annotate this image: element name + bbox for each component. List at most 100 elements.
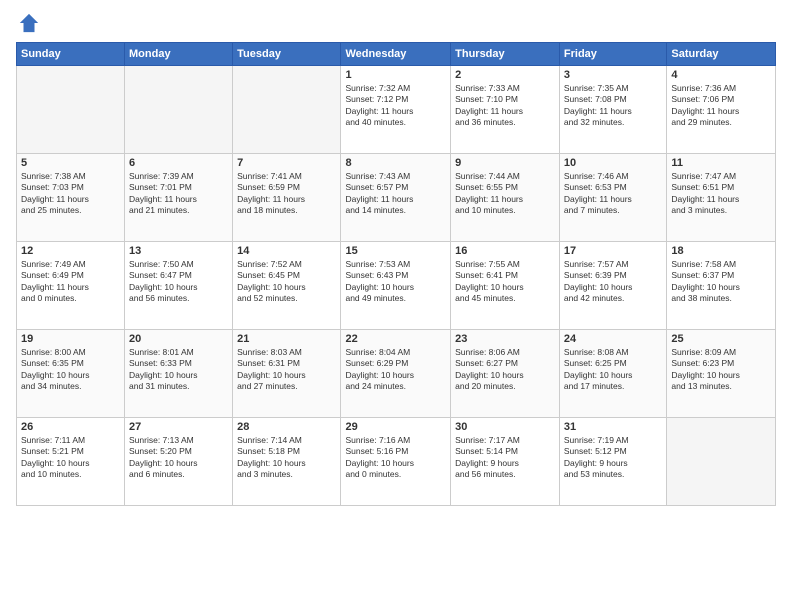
weekday-header: Tuesday: [233, 43, 341, 66]
day-number: 3: [564, 69, 662, 81]
calendar-cell: 4 Sunrise: 7:36 AM Sunset: 7:06 PM Daylig…: [667, 66, 776, 154]
calendar-cell: [125, 66, 233, 154]
day-number: 10: [564, 157, 662, 169]
calendar-cell: 26 Sunrise: 7:11 AM Sunset: 5:21 PM Dayli…: [17, 418, 125, 506]
calendar-cell: 5Sunrise: 7:38 AM Sunset: 7:03 PM Daylig…: [17, 154, 125, 242]
calendar-cell: 8Sunrise: 7:43 AM Sunset: 6:57 PM Daylig…: [341, 154, 451, 242]
day-number: 31: [564, 421, 662, 433]
calendar-cell: 9 Sunrise: 7:44 AM Sunset: 6:55 PM Daylig…: [451, 154, 560, 242]
weekday-header: Sunday: [17, 43, 125, 66]
day-info: Sunrise: 7:35 AM Sunset: 7:08 PM Dayligh…: [564, 83, 662, 129]
day-info: Sunrise: 7:52 AM Sunset: 6:45 PM Dayligh…: [237, 259, 336, 305]
day-info: Sunrise: 7:17 AM Sunset: 5:14 PM Dayligh…: [455, 435, 555, 481]
calendar-cell: 31 Sunrise: 7:19 AM Sunset: 5:12 PM Dayli…: [559, 418, 666, 506]
day-number: 7: [237, 157, 336, 169]
calendar-week-row: 12 Sunrise: 7:49 AM Sunset: 6:49 PM Dayli…: [17, 242, 776, 330]
calendar-cell: 15Sunrise: 7:53 AM Sunset: 6:43 PM Dayli…: [341, 242, 451, 330]
day-info: Sunrise: 7:19 AM Sunset: 5:12 PM Dayligh…: [564, 435, 662, 481]
calendar-cell: 29 Sunrise: 7:16 AM Sunset: 5:16 PM Dayli…: [341, 418, 451, 506]
header: [16, 12, 776, 34]
weekday-header-row: SundayMondayTuesdayWednesdayThursdayFrid…: [17, 43, 776, 66]
calendar-cell: 16 Sunrise: 7:55 AM Sunset: 6:41 PM Dayli…: [451, 242, 560, 330]
calendar-cell: 2 Sunrise: 7:33 AM Sunset: 7:10 PM Daylig…: [451, 66, 560, 154]
calendar: SundayMondayTuesdayWednesdayThursdayFrid…: [16, 42, 776, 506]
day-info: Sunrise: 7:11 AM Sunset: 5:21 PM Dayligh…: [21, 435, 120, 481]
day-info: Sunrise: 7:46 AM Sunset: 6:53 PM Dayligh…: [564, 171, 662, 217]
day-info: Sunrise: 7:38 AM Sunset: 7:03 PM Dayligh…: [21, 171, 120, 217]
day-number: 2: [455, 69, 555, 81]
calendar-cell: 25 Sunrise: 8:09 AM Sunset: 6:23 PM Dayli…: [667, 330, 776, 418]
day-number: 13: [129, 245, 228, 257]
logo: [16, 12, 40, 34]
day-number: 12: [21, 245, 120, 257]
day-info: Sunrise: 7:16 AM Sunset: 5:16 PM Dayligh…: [345, 435, 446, 481]
day-number: 21: [237, 333, 336, 345]
day-info: Sunrise: 8:00 AM Sunset: 6:35 PM Dayligh…: [21, 347, 120, 393]
calendar-cell: 17 Sunrise: 7:57 AM Sunset: 6:39 PM Dayli…: [559, 242, 666, 330]
calendar-cell: 27Sunrise: 7:13 AM Sunset: 5:20 PM Dayli…: [125, 418, 233, 506]
day-info: Sunrise: 7:55 AM Sunset: 6:41 PM Dayligh…: [455, 259, 555, 305]
day-number: 11: [671, 157, 771, 169]
day-info: Sunrise: 8:08 AM Sunset: 6:25 PM Dayligh…: [564, 347, 662, 393]
weekday-header: Friday: [559, 43, 666, 66]
calendar-cell: 21Sunrise: 8:03 AM Sunset: 6:31 PM Dayli…: [233, 330, 341, 418]
day-info: Sunrise: 8:09 AM Sunset: 6:23 PM Dayligh…: [671, 347, 771, 393]
day-number: 23: [455, 333, 555, 345]
day-info: Sunrise: 8:01 AM Sunset: 6:33 PM Dayligh…: [129, 347, 228, 393]
calendar-cell: [667, 418, 776, 506]
day-number: 28: [237, 421, 336, 433]
calendar-cell: 6 Sunrise: 7:39 AM Sunset: 7:01 PM Daylig…: [125, 154, 233, 242]
calendar-cell: 7 Sunrise: 7:41 AM Sunset: 6:59 PM Daylig…: [233, 154, 341, 242]
day-number: 22: [345, 333, 446, 345]
calendar-week-row: 26 Sunrise: 7:11 AM Sunset: 5:21 PM Dayli…: [17, 418, 776, 506]
calendar-cell: [233, 66, 341, 154]
calendar-cell: 3 Sunrise: 7:35 AM Sunset: 7:08 PM Daylig…: [559, 66, 666, 154]
day-info: Sunrise: 7:33 AM Sunset: 7:10 PM Dayligh…: [455, 83, 555, 129]
day-number: 1: [345, 69, 446, 81]
calendar-cell: 11 Sunrise: 7:47 AM Sunset: 6:51 PM Dayli…: [667, 154, 776, 242]
day-number: 16: [455, 245, 555, 257]
day-number: 6: [129, 157, 228, 169]
calendar-cell: [17, 66, 125, 154]
day-number: 26: [21, 421, 120, 433]
calendar-week-row: 19 Sunrise: 8:00 AM Sunset: 6:35 PM Dayli…: [17, 330, 776, 418]
day-number: 9: [455, 157, 555, 169]
day-info: Sunrise: 7:13 AM Sunset: 5:20 PM Dayligh…: [129, 435, 228, 481]
calendar-cell: 28Sunrise: 7:14 AM Sunset: 5:18 PM Dayli…: [233, 418, 341, 506]
calendar-cell: 14 Sunrise: 7:52 AM Sunset: 6:45 PM Dayli…: [233, 242, 341, 330]
day-info: Sunrise: 8:06 AM Sunset: 6:27 PM Dayligh…: [455, 347, 555, 393]
day-number: 25: [671, 333, 771, 345]
day-info: Sunrise: 7:44 AM Sunset: 6:55 PM Dayligh…: [455, 171, 555, 217]
weekday-header: Monday: [125, 43, 233, 66]
calendar-cell: 13 Sunrise: 7:50 AM Sunset: 6:47 PM Dayli…: [125, 242, 233, 330]
calendar-cell: 24Sunrise: 8:08 AM Sunset: 6:25 PM Dayli…: [559, 330, 666, 418]
page: SundayMondayTuesdayWednesdayThursdayFrid…: [0, 0, 792, 612]
day-number: 17: [564, 245, 662, 257]
calendar-cell: 12 Sunrise: 7:49 AM Sunset: 6:49 PM Dayli…: [17, 242, 125, 330]
day-info: Sunrise: 7:39 AM Sunset: 7:01 PM Dayligh…: [129, 171, 228, 217]
weekday-header: Saturday: [667, 43, 776, 66]
day-number: 20: [129, 333, 228, 345]
calendar-week-row: 5Sunrise: 7:38 AM Sunset: 7:03 PM Daylig…: [17, 154, 776, 242]
day-info: Sunrise: 7:58 AM Sunset: 6:37 PM Dayligh…: [671, 259, 771, 305]
day-info: Sunrise: 7:36 AM Sunset: 7:06 PM Dayligh…: [671, 83, 771, 129]
calendar-cell: 22Sunrise: 8:04 AM Sunset: 6:29 PM Dayli…: [341, 330, 451, 418]
day-number: 30: [455, 421, 555, 433]
day-info: Sunrise: 7:49 AM Sunset: 6:49 PM Dayligh…: [21, 259, 120, 305]
calendar-cell: 10 Sunrise: 7:46 AM Sunset: 6:53 PM Dayli…: [559, 154, 666, 242]
weekday-header: Thursday: [451, 43, 560, 66]
calendar-cell: 18 Sunrise: 7:58 AM Sunset: 6:37 PM Dayli…: [667, 242, 776, 330]
day-info: Sunrise: 7:57 AM Sunset: 6:39 PM Dayligh…: [564, 259, 662, 305]
day-info: Sunrise: 7:53 AM Sunset: 6:43 PM Dayligh…: [345, 259, 446, 305]
day-number: 18: [671, 245, 771, 257]
calendar-cell: 23 Sunrise: 8:06 AM Sunset: 6:27 PM Dayli…: [451, 330, 560, 418]
day-number: 19: [21, 333, 120, 345]
calendar-cell: 30 Sunrise: 7:17 AM Sunset: 5:14 PM Dayli…: [451, 418, 560, 506]
day-info: Sunrise: 7:41 AM Sunset: 6:59 PM Dayligh…: [237, 171, 336, 217]
day-number: 29: [345, 421, 446, 433]
day-info: Sunrise: 7:50 AM Sunset: 6:47 PM Dayligh…: [129, 259, 228, 305]
day-number: 14: [237, 245, 336, 257]
day-info: Sunrise: 7:47 AM Sunset: 6:51 PM Dayligh…: [671, 171, 771, 217]
calendar-cell: 20 Sunrise: 8:01 AM Sunset: 6:33 PM Dayli…: [125, 330, 233, 418]
day-number: 4: [671, 69, 771, 81]
